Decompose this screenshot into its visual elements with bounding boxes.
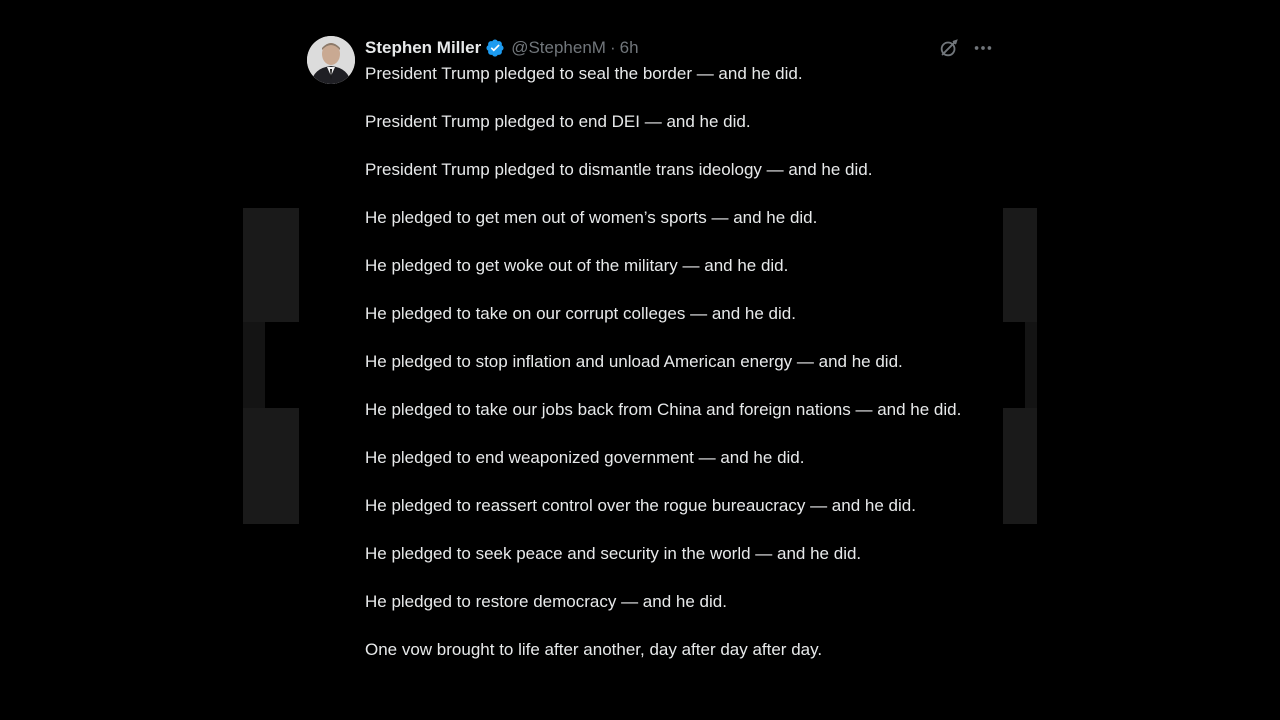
post-content: Stephen Miller @StephenM · 6h President … <box>365 34 995 662</box>
separator-dot: · <box>609 38 616 57</box>
post-text: President Trump pledged to seal the bord… <box>365 62 995 662</box>
post-paragraph: He pledged to end weaponized government … <box>365 448 805 467</box>
post-paragraph: He pledged to stop inflation and unload … <box>365 352 903 371</box>
post-paragraph: He pledged to restore democracy — and he… <box>365 592 727 611</box>
post-paragraph: He pledged to take our jobs back from Ch… <box>365 400 962 419</box>
more-options-icon[interactable] <box>971 36 995 60</box>
verified-badge-icon <box>485 38 505 58</box>
post-paragraph: He pledged to take on our corrupt colleg… <box>365 304 796 323</box>
display-name[interactable]: Stephen Miller <box>365 38 481 58</box>
background-graphic <box>1003 208 1037 322</box>
avatar-photo <box>307 36 355 84</box>
grok-icon[interactable] <box>937 36 961 60</box>
background-graphic <box>1003 408 1037 524</box>
post-paragraph: One vow brought to life after another, d… <box>365 640 823 659</box>
post-timestamp[interactable]: 6h <box>620 38 639 58</box>
post-actions <box>937 36 995 60</box>
post-paragraph: President Trump pledged to dismantle tra… <box>365 160 873 179</box>
post-paragraph: He pledged to seek peace and security in… <box>365 544 862 563</box>
user-handle[interactable]: @StephenM <box>511 38 606 58</box>
post-paragraph: President Trump pledged to end DEI — and… <box>365 112 751 131</box>
background-graphic <box>243 322 265 408</box>
screen: Stephen Miller @StephenM · 6h President … <box>0 0 1280 720</box>
post-paragraph: He pledged to get woke out of the milita… <box>365 256 789 275</box>
post-header: Stephen Miller @StephenM · 6h <box>365 34 995 62</box>
avatar[interactable] <box>307 36 355 84</box>
post-screenshot-panel: Stephen Miller @StephenM · 6h President … <box>243 0 1037 720</box>
background-graphic <box>243 408 299 524</box>
background-graphic <box>243 208 299 322</box>
post-paragraph: He pledged to get men out of women’s spo… <box>365 208 818 227</box>
background-graphic <box>1025 322 1037 408</box>
post-paragraph: President Trump pledged to seal the bord… <box>365 64 803 83</box>
post-paragraph: He pledged to reassert control over the … <box>365 496 916 515</box>
